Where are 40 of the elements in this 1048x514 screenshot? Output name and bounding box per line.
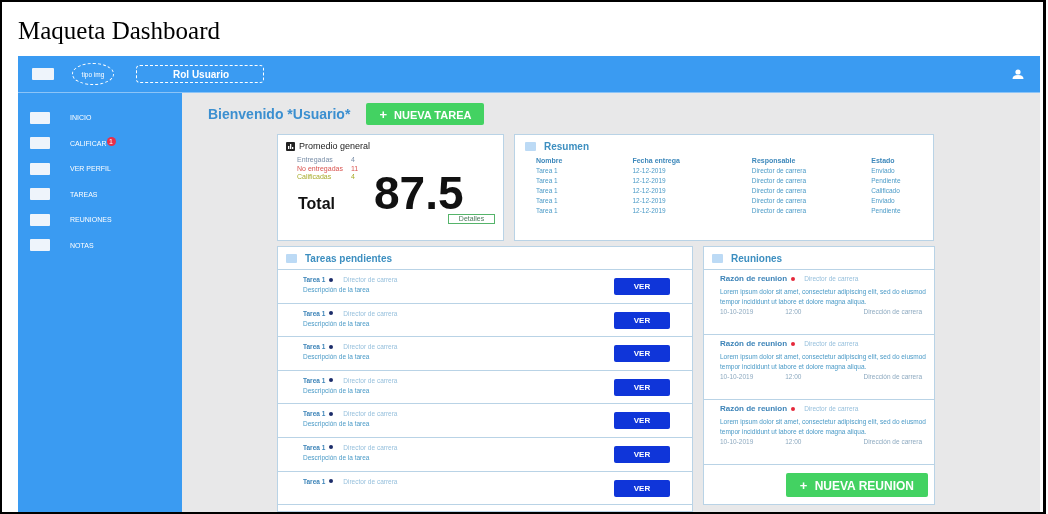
dot-icon [329, 311, 334, 316]
menu-item-placeholder-icon [30, 137, 50, 150]
card-title: Resumen [544, 141, 589, 152]
menu-item-placeholder-icon [30, 188, 50, 201]
view-button[interactable]: VER [614, 412, 670, 430]
view-button[interactable]: VER [614, 278, 670, 295]
view-button[interactable]: VER [614, 345, 670, 363]
dot-icon [329, 277, 334, 282]
dot-icon [329, 411, 334, 416]
menu-item-placeholder-icon [30, 239, 50, 252]
header-square-icon [286, 253, 297, 263]
view-button[interactable]: VER [614, 479, 670, 497]
dot-icon [329, 344, 334, 349]
menu-item-placeholder-icon [30, 213, 50, 226]
menu-item-placeholder-icon [30, 111, 50, 124]
view-button[interactable]: VER [614, 445, 670, 463]
role-label: Rol Usuario [136, 65, 264, 83]
chart-icon [286, 141, 295, 151]
card-title: Reuniones [731, 252, 783, 264]
card-title: Tareas pendientes [305, 252, 393, 264]
meeting-reason: Razón de reunion [720, 274, 788, 283]
card-title: Promedio general [299, 141, 371, 151]
dot-icon [329, 378, 334, 383]
total-label: Total [298, 194, 337, 213]
dot-icon [329, 479, 334, 484]
dot-icon [791, 341, 796, 346]
welcome-title: Bienvenido *Usuario* [208, 106, 351, 122]
user-icon[interactable] [1012, 69, 1024, 79]
total-value: 87.5 [374, 169, 464, 216]
dot-icon [791, 276, 796, 281]
view-button[interactable]: VER [614, 311, 670, 329]
view-button[interactable]: VER [614, 378, 670, 396]
dot-icon [791, 406, 796, 411]
document-title: Maqueta Dashboard [17, 16, 221, 46]
header-square-icon [712, 253, 723, 263]
header-square-icon [525, 142, 536, 151]
dot-icon [329, 445, 334, 450]
meeting-reason: Razón de reunion [720, 404, 788, 413]
menu-item-placeholder-icon [30, 162, 50, 175]
meeting-reason: Razón de reunion [720, 339, 788, 348]
